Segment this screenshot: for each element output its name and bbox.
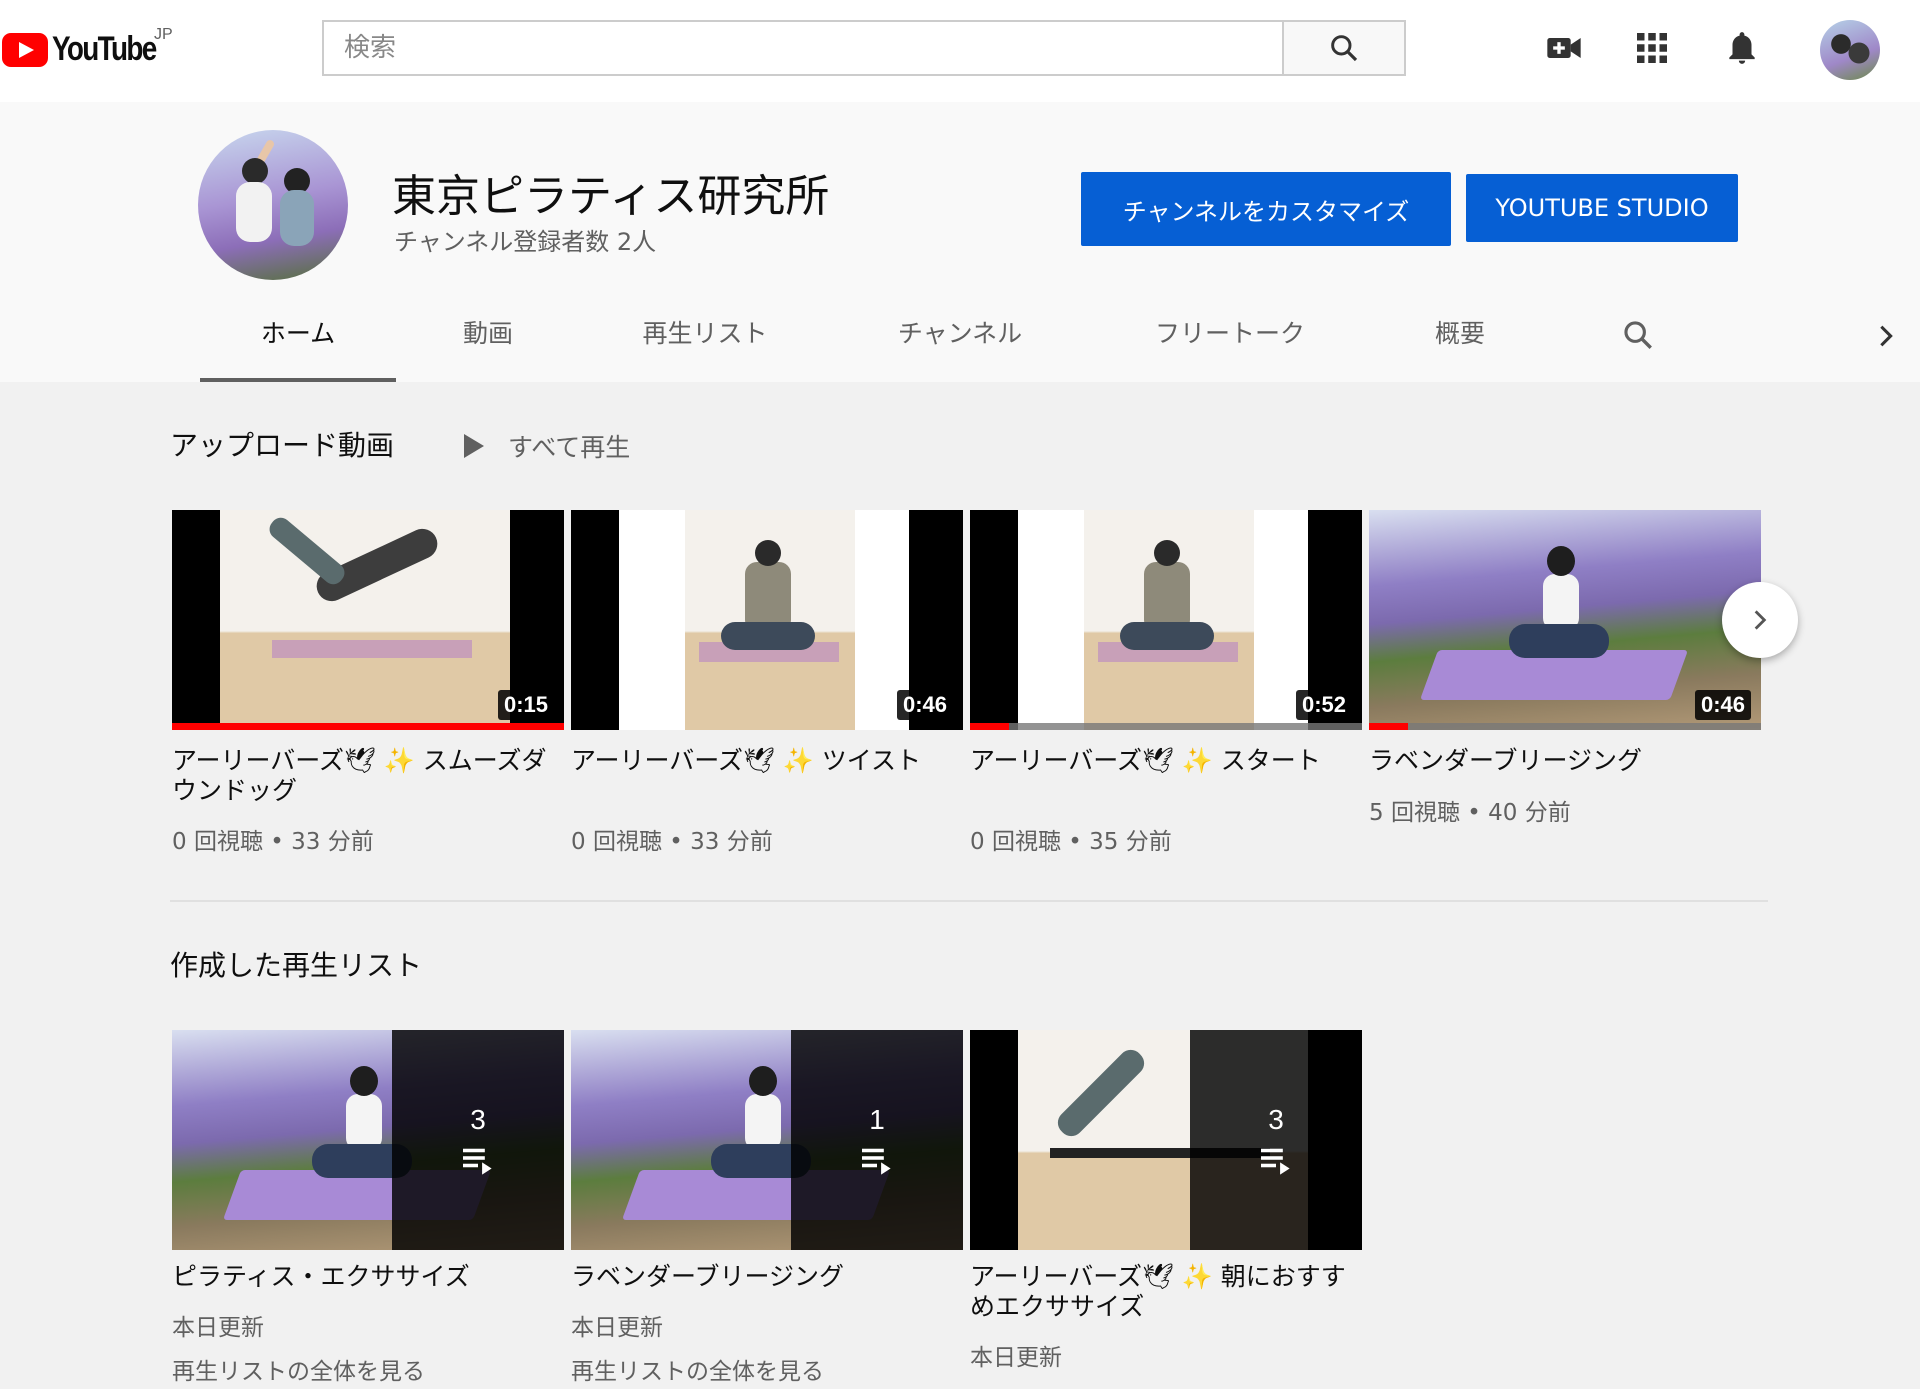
channel-search-icon[interactable] [1608, 318, 1668, 386]
tab-videos[interactable]: 動画 [438, 314, 538, 382]
video-thumbnail[interactable]: 0:46 [1369, 510, 1761, 730]
search-input[interactable] [322, 20, 1284, 76]
video-thumbnail[interactable]: 0:46 [571, 510, 963, 730]
watch-progress-bar [172, 723, 564, 730]
playlist-icon [862, 1148, 891, 1175]
customize-channel-button[interactable]: チャンネルをカスタマイズ [1081, 172, 1451, 246]
playlist-updated: 本日更新 [571, 1315, 663, 1341]
youtube-logo[interactable]: YouTube JP [2, 26, 178, 69]
play-all-button[interactable]: すべて再生 [464, 428, 630, 464]
video-duration: 0:15 [497, 690, 554, 720]
channel-tabs: ホーム 動画 再生リスト チャンネル フリートーク 概要 [0, 300, 1920, 382]
tab-discussion[interactable]: フリートーク [1130, 314, 1330, 382]
chevron-right-icon [1754, 610, 1767, 630]
view-full-playlist-link[interactable]: 再生リストの全体を見る [172, 1352, 425, 1386]
tab-channels[interactable]: チャンネル [870, 314, 1050, 382]
playlist-video-count: 3 [470, 1104, 486, 1135]
playlist-icon [1261, 1148, 1290, 1175]
playlist-thumbnail[interactable]: 3 [172, 1030, 564, 1250]
video-title[interactable]: ラベンダーブリージング [1369, 746, 1761, 776]
playlist-updated: 本日更新 [970, 1345, 1062, 1371]
play-all-label: すべて再生 [508, 433, 631, 462]
search-icon [1331, 35, 1358, 62]
playlist-video-count: 3 [1268, 1104, 1284, 1135]
video-thumbnail[interactable]: 0:52 [970, 510, 1362, 730]
video-duration: 0:46 [1694, 690, 1751, 720]
video-title[interactable]: アーリーバーズ🕊 ✨ スタート [970, 746, 1362, 776]
playlist-overlay: 3 [392, 1030, 564, 1250]
playlist-title[interactable]: ピラティス・エクササイズ [172, 1262, 564, 1292]
video-meta: 0 回視聴 • 35 分前 [970, 829, 1172, 855]
playlist-thumbnail[interactable]: 3 [970, 1030, 1362, 1250]
subscriber-count: チャンネル登録者数 2人 [394, 228, 657, 256]
shelf-next-button[interactable] [1722, 582, 1798, 658]
grid-icon[interactable] [1630, 26, 1674, 70]
playlist-overlay: 3 [1190, 1030, 1362, 1250]
video-title[interactable]: アーリーバーズ🕊 ✨ スムーズダウンドッグ [172, 746, 564, 806]
youtube-play-icon [2, 32, 48, 67]
account-avatar[interactable] [1820, 20, 1880, 80]
uploads-section-title: アップロード動画 [170, 429, 395, 462]
watch-progress-bar [1369, 723, 1409, 730]
playlist-updated: 本日更新 [172, 1315, 264, 1341]
video-thumbnail[interactable]: 0:15 [172, 510, 564, 730]
tab-home[interactable]: ホーム [200, 314, 396, 382]
logo-text: YouTube [52, 30, 157, 68]
video-duration: 0:46 [896, 690, 953, 720]
channel-name: 東京ピラティス研究所 [392, 171, 830, 222]
region-code: JP [154, 26, 173, 43]
tab-playlists[interactable]: 再生リスト [610, 314, 800, 382]
playlist-icon [463, 1148, 492, 1175]
section-divider [170, 900, 1768, 902]
playlist-overlay: 1 [791, 1030, 963, 1250]
video-meta: 5 回視聴 • 40 分前 [1369, 800, 1571, 826]
video-camera-plus-icon[interactable] [1542, 26, 1586, 70]
video-meta: 0 回視聴 • 33 分前 [571, 829, 773, 855]
playlist-thumbnail[interactable]: 1 [571, 1030, 963, 1250]
video-title[interactable]: アーリーバーズ🕊 ✨ ツイスト [571, 746, 963, 776]
tabs-next-chevron-icon[interactable] [1866, 322, 1906, 390]
video-meta: 0 回視聴 • 33 分前 [172, 829, 374, 855]
top-bar: YouTube JP [0, 0, 1920, 102]
view-full-playlist-link[interactable]: 再生リストの全体を見る [571, 1352, 824, 1386]
tab-about[interactable]: 概要 [1410, 314, 1510, 382]
bell-icon[interactable] [1720, 26, 1764, 70]
playlists-section-title: 作成した再生リスト [170, 949, 423, 982]
channel-avatar [198, 130, 348, 280]
playlist-title[interactable]: ラベンダーブリージング [571, 1262, 963, 1292]
play-icon [464, 434, 484, 458]
video-duration: 0:52 [1295, 690, 1352, 720]
playlist-title[interactable]: アーリーバーズ🕊 ✨ 朝におすすめエクササイズ [970, 1262, 1362, 1322]
watch-progress-bar [970, 723, 1010, 730]
youtube-studio-button[interactable]: YOUTUBE STUDIO [1466, 174, 1738, 242]
search-button[interactable] [1284, 20, 1406, 76]
playlist-video-count: 1 [869, 1104, 885, 1135]
